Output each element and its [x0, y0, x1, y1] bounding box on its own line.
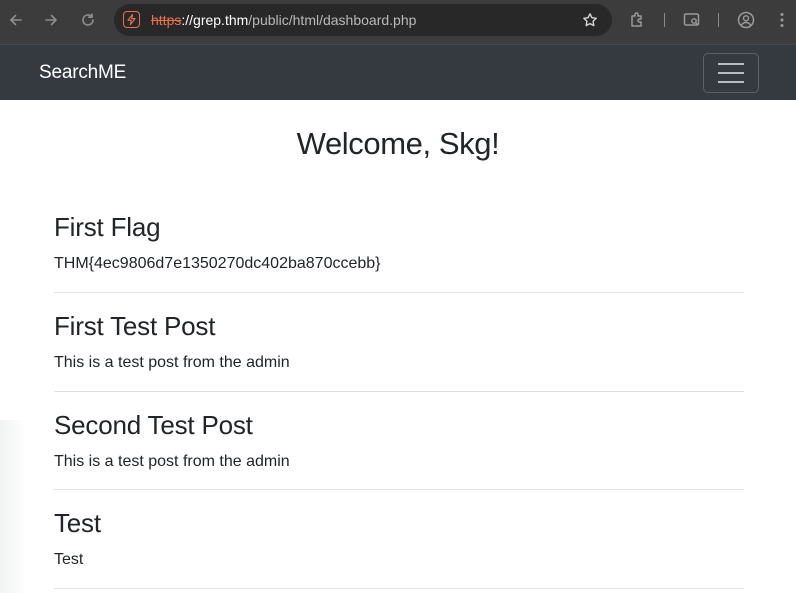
window-edge-shadow	[0, 420, 26, 593]
url-host: ://grep.thm	[181, 12, 249, 28]
lightning-icon	[127, 14, 136, 25]
navbar-brand[interactable]: SearchME	[39, 61, 126, 85]
hamburger-icon-bar	[718, 63, 744, 65]
site-navbar: SearchME	[0, 44, 796, 100]
hamburger-icon-bar	[718, 72, 744, 74]
reload-button[interactable]	[77, 9, 99, 31]
post-title: First Test Post	[54, 311, 216, 341]
post-body: THM{4ec9806d7e1350270dc402ba870ccebb}	[54, 255, 381, 272]
not-secure-icon[interactable]	[123, 11, 140, 28]
reload-icon	[82, 13, 94, 26]
post-item: Test Test	[54, 508, 744, 589]
post-body: This is a test post from the admin	[54, 453, 290, 470]
post-title: First Flag	[54, 212, 161, 242]
forward-button[interactable]	[40, 9, 62, 31]
url-scheme: https	[151, 12, 182, 28]
toolbar-divider	[664, 13, 665, 27]
browser-toolbar: https://grep.thm/public/html/dashboard.p…	[0, 0, 796, 44]
post-item: First Test Post This is a test post from…	[54, 311, 744, 392]
post-body: This is a test post from the admin	[54, 354, 290, 371]
bookmark-star-icon[interactable]	[582, 12, 598, 33]
profile-icon[interactable]	[736, 10, 756, 35]
post-title: Test	[54, 508, 101, 538]
post-body: Test	[54, 551, 84, 568]
back-button[interactable]	[5, 9, 27, 31]
url-path: /public/html/dashboard.php	[248, 12, 417, 28]
post-item: Second Test Post This is a test post fro…	[54, 410, 744, 490]
url-text[interactable]: https://grep.thm/public/html/dashboard.p…	[151, 12, 416, 28]
address-bar[interactable]: https://grep.thm/public/html/dashboard.p…	[114, 4, 612, 36]
toolbar-divider	[718, 13, 719, 27]
arrow-left-icon	[10, 14, 22, 26]
navbar-toggler-button[interactable]	[703, 53, 759, 93]
hamburger-icon-bar	[718, 81, 744, 83]
browser-menu-icon[interactable]	[772, 10, 792, 35]
page-title: Welcome, Skg!	[296, 126, 500, 161]
extensions-icon[interactable]	[628, 10, 648, 35]
tab-search-icon[interactable]	[682, 10, 702, 35]
arrow-right-icon	[45, 14, 57, 26]
post-item: First Flag THM{4ec9806d7e1350270dc402ba8…	[54, 212, 744, 293]
post-title: Second Test Post	[54, 410, 253, 440]
